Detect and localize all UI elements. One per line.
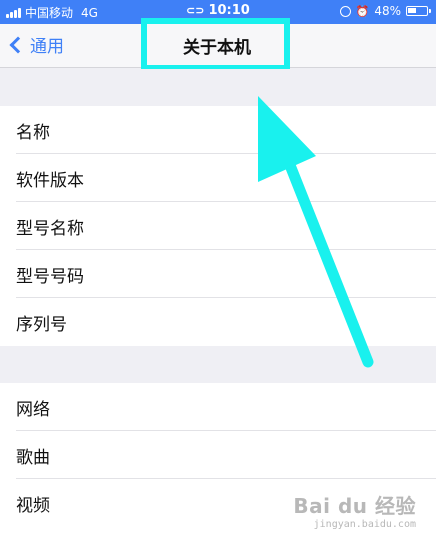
back-label: 通用 — [30, 37, 64, 57]
signal-icon — [6, 7, 21, 18]
status-right: ⏰ 48% — [339, 4, 431, 18]
rotation-lock-icon — [339, 5, 351, 17]
list-item-songs[interactable]: 歌曲 — [0, 431, 436, 479]
list-item-label: 型号名称 — [16, 218, 84, 239]
network-label: 4G — [81, 5, 98, 20]
link-icon: ⊂⊃ — [186, 4, 205, 17]
watermark-url: jingyan.baidu.com — [313, 519, 416, 530]
list-item-label: 视频 — [16, 495, 50, 516]
battery-icon — [406, 6, 431, 16]
info-group: 名称 软件版本 型号名称 型号号码 序列号 — [0, 106, 436, 346]
status-center: ⊂⊃ 10:10 — [186, 3, 250, 18]
list-item-network[interactable]: 网络 — [0, 383, 436, 431]
list-item-label: 歌曲 — [16, 447, 50, 468]
list-item-software-version[interactable]: 软件版本 — [0, 154, 436, 202]
alarm-icon: ⏰ — [355, 4, 370, 18]
list-item-label: 序列号 — [16, 314, 67, 335]
list-item-model-number[interactable]: 型号号码 — [0, 250, 436, 298]
status-left: 中国移动 4G — [6, 4, 98, 21]
list-item-label: 网络 — [16, 399, 50, 420]
list-item-model-name[interactable]: 型号名称 — [0, 202, 436, 250]
clock-time: 10:10 — [208, 3, 250, 18]
list-item-serial-number[interactable]: 序列号 — [0, 298, 436, 346]
watermark: Bai du 经验 jingyan.baidu.com — [293, 490, 416, 530]
list-item-label: 软件版本 — [16, 170, 84, 191]
battery-percent: 48% — [374, 4, 401, 18]
title-highlight-box — [141, 18, 290, 71]
list-item-label: 名称 — [16, 122, 50, 143]
section-spacer — [0, 346, 226, 383]
list-item-name[interactable]: 名称 — [0, 106, 436, 154]
chevron-left-icon — [9, 36, 27, 53]
watermark-logo: Bai du 经验 — [293, 494, 416, 518]
section-spacer — [0, 69, 436, 106]
back-button[interactable]: 通用 — [6, 32, 64, 57]
list-item-label: 型号号码 — [16, 266, 84, 287]
carrier-label: 中国移动 — [25, 6, 74, 20]
